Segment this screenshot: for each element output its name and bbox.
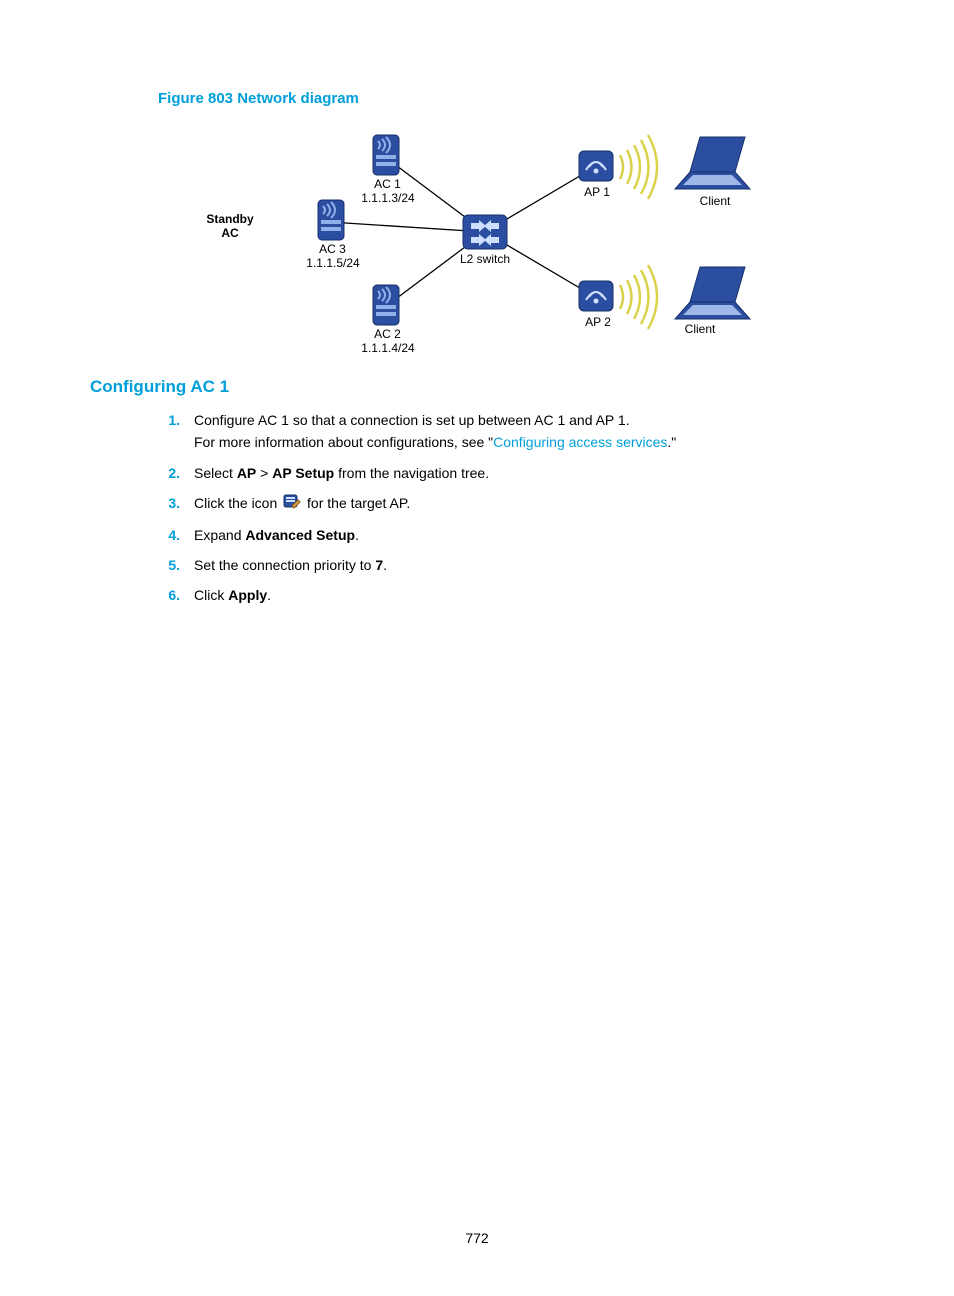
step-number: 2. bbox=[152, 462, 180, 484]
step-number: 5. bbox=[152, 554, 180, 576]
ap1-label: AP 1 bbox=[573, 185, 621, 199]
ac2-ip: 1.1.1.4/24 bbox=[353, 341, 423, 355]
ac-node-icon bbox=[318, 200, 344, 240]
step-item: 2. Select AP > AP Setup from the navigati… bbox=[90, 462, 864, 484]
step-number: 3. bbox=[152, 492, 180, 515]
ap-icon bbox=[579, 281, 613, 311]
step-item: 1. Configure AC 1 so that a connection is… bbox=[90, 409, 864, 454]
client2-label: Client bbox=[675, 322, 725, 336]
ap-icon bbox=[579, 151, 613, 181]
standby-ac-label: Standby AC bbox=[195, 212, 265, 240]
step-number: 4. bbox=[152, 524, 180, 546]
figure-caption: Figure 803 Network diagram bbox=[158, 90, 864, 107]
network-diagram: Standby AC AC 1 1.1.1.3/24 AC 3 1.1.1.5/… bbox=[175, 117, 795, 347]
step-number: 6. bbox=[152, 584, 180, 606]
link-configuring-access-services[interactable]: Configuring access services bbox=[493, 434, 667, 450]
laptop-icon bbox=[675, 137, 750, 189]
laptop-icon bbox=[675, 267, 750, 319]
step-item: 3. Click the icon for the target AP. bbox=[90, 492, 864, 515]
step-body: Expand Advanced Setup. bbox=[194, 524, 864, 546]
switch-label: L2 switch bbox=[455, 252, 515, 266]
step-item: 6. Click Apply. bbox=[90, 584, 864, 606]
switch-icon bbox=[463, 215, 507, 249]
ac1-ip: 1.1.1.3/24 bbox=[353, 191, 423, 205]
ac-node-icon bbox=[373, 285, 399, 325]
step-body: Select AP > AP Setup from the navigation… bbox=[194, 462, 864, 484]
ac3-ip: 1.1.1.5/24 bbox=[298, 256, 368, 270]
step-body: Click the icon for the target AP. bbox=[194, 492, 864, 515]
ac1-name: AC 1 bbox=[360, 177, 415, 191]
ap2-label: AP 2 bbox=[573, 315, 623, 329]
steps-list: 1. Configure AC 1 so that a connection is… bbox=[90, 409, 864, 607]
step-body: Set the connection priority to 7. bbox=[194, 554, 864, 576]
step-number: 1. bbox=[152, 409, 180, 454]
step-item: 4. Expand Advanced Setup. bbox=[90, 524, 864, 546]
edit-icon bbox=[283, 493, 301, 515]
step-body: Click Apply. bbox=[194, 584, 864, 606]
page-number: 772 bbox=[0, 1230, 954, 1246]
ac2-name: AC 2 bbox=[360, 327, 415, 341]
step-item: 5. Set the connection priority to 7. bbox=[90, 554, 864, 576]
ac3-name: AC 3 bbox=[305, 242, 360, 256]
ac-node-icon bbox=[373, 135, 399, 175]
step-body: Configure AC 1 so that a connection is s… bbox=[194, 409, 864, 454]
section-heading: Configuring AC 1 bbox=[90, 377, 864, 397]
client1-label: Client bbox=[690, 194, 740, 208]
